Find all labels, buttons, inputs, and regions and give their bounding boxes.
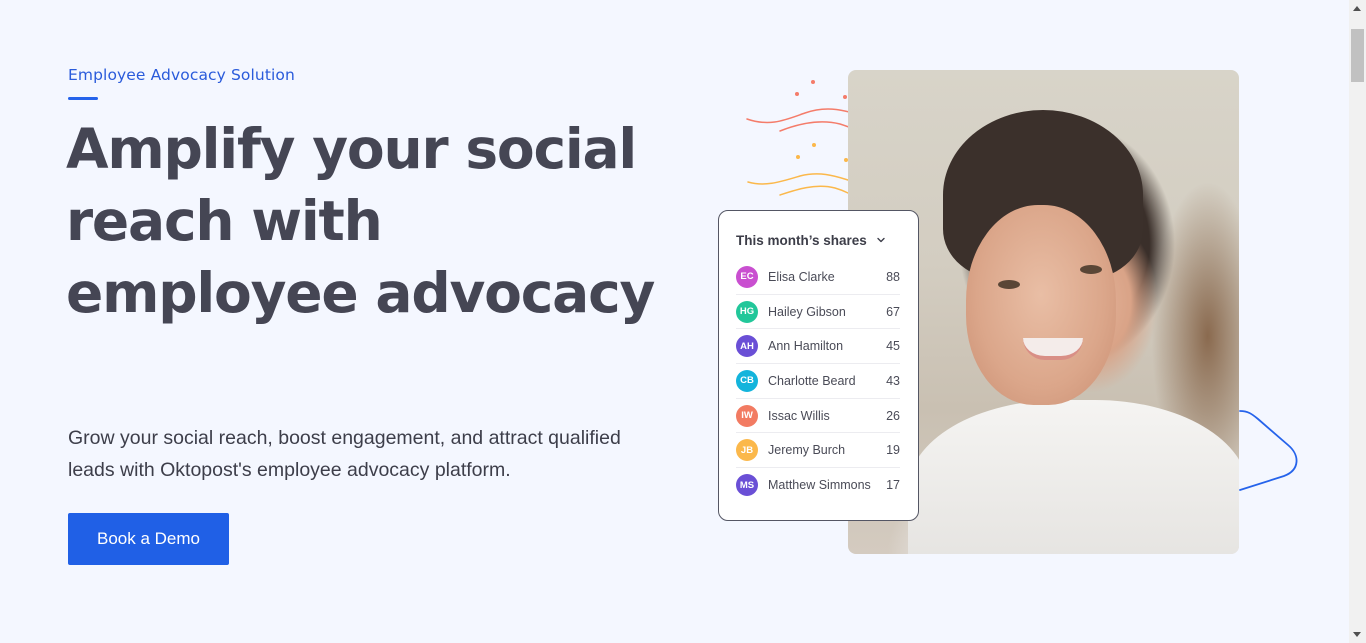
photo-eye-shape — [1080, 265, 1102, 274]
chevron-down-icon — [877, 237, 885, 243]
avatar: AH — [736, 335, 758, 358]
photo-face-shape — [966, 205, 1116, 405]
decorative-loop — [1239, 410, 1298, 491]
list-item: EC Elisa Clarke 88 — [736, 260, 900, 295]
wave-line — [779, 185, 849, 196]
list-item: HG Hailey Gibson 67 — [736, 295, 900, 330]
list-item: JB Jeremy Burch 19 — [736, 433, 900, 469]
decor-dot — [811, 80, 815, 84]
scroll-up-arrow-icon[interactable] — [1353, 6, 1361, 11]
shares-period-dropdown[interactable]: This month’s shares — [736, 231, 900, 249]
avatar: IW — [736, 404, 758, 427]
share-count: 43 — [886, 373, 900, 388]
book-demo-button[interactable]: Book a Demo — [68, 513, 229, 565]
hero-description: Grow your social reach, boost engagement… — [68, 427, 621, 481]
page-scrollbar[interactable] — [1349, 0, 1366, 643]
scrollbar-thumb[interactable] — [1351, 29, 1364, 82]
decor-dot — [796, 155, 800, 159]
eyebrow-label: Employee Advocacy Solution — [68, 66, 295, 84]
page-title: Amplify your social reach with employee … — [66, 117, 655, 325]
hero-section: Employee Advocacy Solution Amplify your … — [0, 0, 1349, 643]
loop-line — [1239, 410, 1298, 491]
share-count: 17 — [886, 478, 900, 493]
share-count: 88 — [886, 269, 900, 284]
list-item: CB Charlotte Beard 43 — [736, 364, 900, 399]
employee-name: Ann Hamilton — [768, 339, 844, 354]
employee-name: Issac Willis — [768, 408, 830, 423]
monthly-shares-card: This month’s shares EC Elisa Clarke 88 H… — [718, 210, 919, 521]
share-count: 45 — [886, 339, 900, 354]
photo-eye-shape — [998, 280, 1020, 289]
share-count: 19 — [886, 443, 900, 458]
list-item: AH Ann Hamilton 45 — [736, 329, 900, 365]
photo-shirt-shape — [908, 400, 1239, 554]
avatar: EC — [736, 265, 758, 288]
employee-name: Hailey Gibson — [768, 304, 846, 319]
avatar: JB — [736, 439, 758, 462]
decor-dot — [843, 95, 847, 99]
employee-name: Elisa Clarke — [768, 269, 835, 284]
decor-dot — [812, 143, 816, 147]
list-item: IW Issac Willis 26 — [736, 399, 900, 434]
wave-line — [747, 173, 849, 185]
scroll-down-arrow-icon[interactable] — [1353, 632, 1361, 637]
avatar: MS — [736, 474, 758, 497]
share-count: 67 — [886, 304, 900, 319]
employee-name: Matthew Simmons — [768, 478, 871, 493]
card-title: This month’s shares — [736, 232, 867, 248]
eyebrow-underline — [68, 97, 98, 100]
list-item: MS Matthew Simmons 17 — [736, 468, 900, 503]
avatar: CB — [736, 369, 758, 392]
employee-name: Charlotte Beard — [768, 373, 856, 388]
decor-dot — [795, 92, 799, 96]
employee-name: Jeremy Burch — [768, 443, 846, 458]
share-count: 26 — [886, 408, 900, 423]
avatar: HG — [736, 300, 758, 323]
shares-list: EC Elisa Clarke 88 HG Hailey Gibson 67 A… — [736, 260, 900, 503]
